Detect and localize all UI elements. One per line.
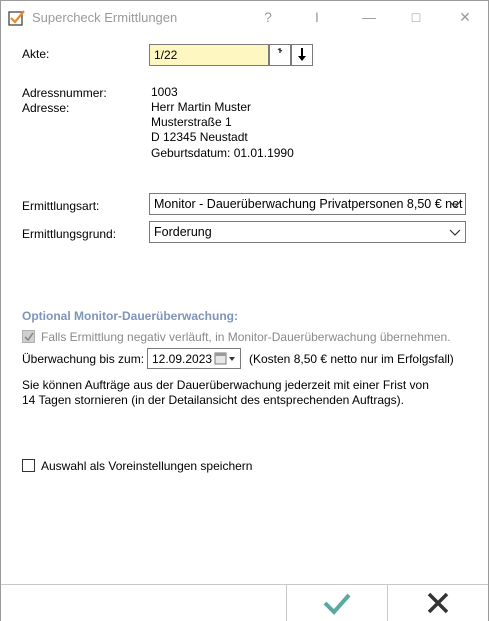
until-label: Überwachung bis zum: <box>22 352 145 366</box>
close-button[interactable]: ✕ <box>453 5 477 29</box>
chevron-down-icon <box>449 229 461 236</box>
app-check-icon <box>8 10 25 26</box>
ermittlungsart-value: Monitor - Dauerüberwachung Privatpersone… <box>154 197 463 211</box>
adresse-line: Geburtsdatum: 01.01.1990 <box>151 146 294 160</box>
adresse-line: Musterstraße 1 <box>151 115 232 129</box>
info-text-line: 14 Tagen stornieren (in der Detailansich… <box>22 393 405 407</box>
akte-down-button[interactable] <box>291 44 313 66</box>
adresse-line: D 12345 Neustadt <box>151 130 248 144</box>
monitor-checkbox[interactable] <box>22 330 35 343</box>
chevron-down-icon <box>449 201 461 208</box>
save-defaults-label: Auswahl als Voreinstellungen speichern <box>41 459 253 473</box>
ok-button[interactable] <box>286 585 386 621</box>
dialog-window: Supercheck Ermittlungen ? I — □ ✕ Akte: … <box>0 0 489 621</box>
until-date-picker[interactable]: 12.09.2023 <box>147 348 241 369</box>
dialog-footer <box>1 584 488 621</box>
ermittlungsgrund-select[interactable]: Forderung <box>149 221 466 243</box>
monitor-section-title: Optional Monitor-Dauerüberwachung: <box>22 309 238 323</box>
ermittlungsart-label: Ermittlungsart: <box>22 199 100 213</box>
save-defaults-checkbox[interactable] <box>22 459 35 472</box>
lookup-icon <box>277 48 283 53</box>
ermittlungsgrund-label: Ermittlungsgrund: <box>22 227 117 241</box>
checkmark-icon <box>24 332 34 342</box>
cost-note: (Kosten 8,50 € netto nur im Erfolgsfall) <box>249 352 454 366</box>
ermittlungsgrund-value: Forderung <box>154 225 212 239</box>
until-date-value: 12.09.2023 <box>152 352 213 366</box>
info-text-line: Sie können Aufträge aus der Dauerüberwac… <box>22 378 429 392</box>
akte-label: Akte: <box>22 47 50 61</box>
arrow-down-icon <box>298 48 306 61</box>
title-bar[interactable]: Supercheck Ermittlungen ? I — □ ✕ <box>1 1 488 33</box>
close-icon <box>427 592 449 614</box>
adressnummer-value: 1003 <box>151 85 178 99</box>
cancel-button[interactable] <box>387 585 487 621</box>
pin-button[interactable]: I <box>305 5 329 29</box>
akte-input[interactable]: 1/22 <box>149 44 269 66</box>
minimize-button[interactable]: — <box>357 5 381 29</box>
window-title: Supercheck Ermittlungen <box>32 10 178 25</box>
checkmark-icon <box>323 593 351 615</box>
maximize-button[interactable]: □ <box>404 5 428 29</box>
calendar-icon[interactable] <box>214 352 238 366</box>
adresse-line: Herr Martin Muster <box>151 100 252 114</box>
akte-lookup-button[interactable] <box>269 44 291 66</box>
adresse-label: Adresse: <box>22 101 70 115</box>
adressnummer-label: Adressnummer: <box>22 86 107 100</box>
help-button[interactable]: ? <box>256 5 280 29</box>
ermittlungsart-select[interactable]: Monitor - Dauerüberwachung Privatpersone… <box>149 193 466 215</box>
monitor-checkbox-label: Falls Ermittlung negativ verläuft, in Mo… <box>41 330 451 344</box>
